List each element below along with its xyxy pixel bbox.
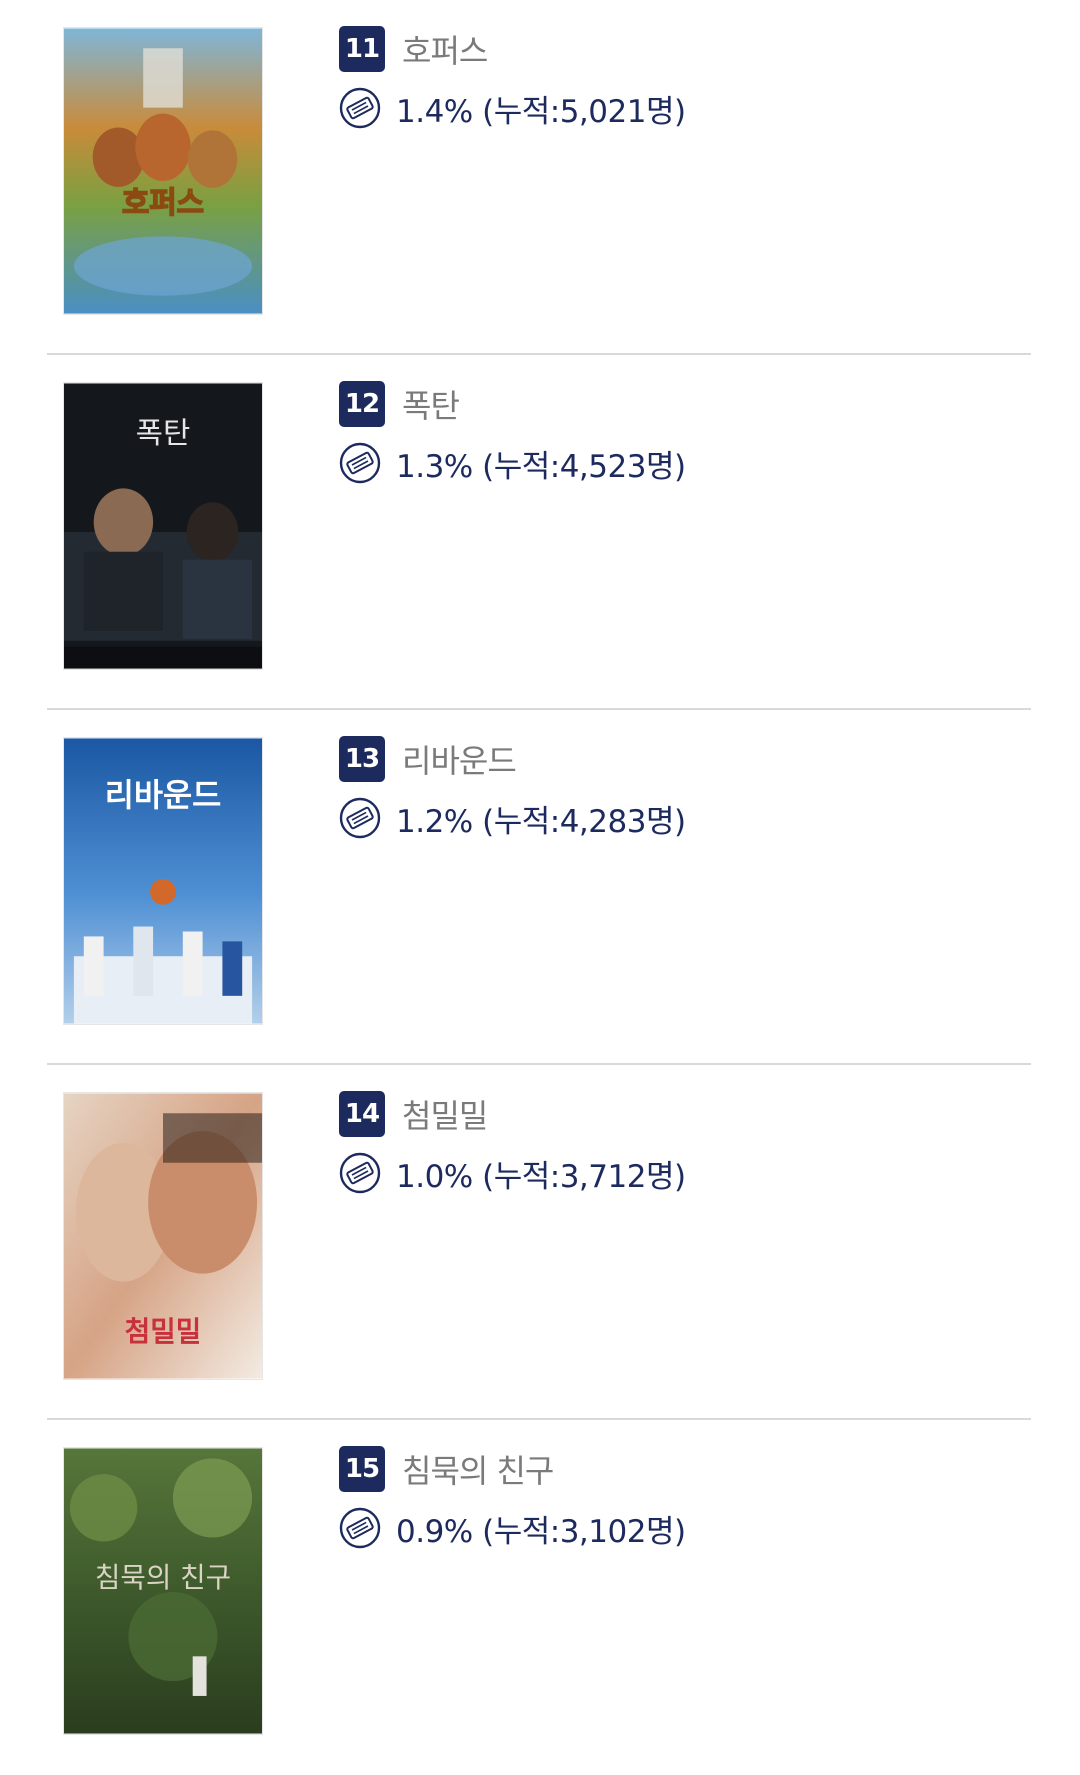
- title-row: 15 침묵의 친구: [339, 1446, 686, 1492]
- audience-share-row: 1.3% (누적:4,523명): [339, 441, 686, 485]
- share-value: 1.3% (누적:4,523명): [396, 441, 686, 486]
- share-value: 1.2% (누적:4,283명): [396, 796, 686, 841]
- movie-info: 15 침묵의 친구 0.9% (누적:3,102명): [339, 1446, 686, 1550]
- share-value: 1.4% (누적:5,021명): [396, 86, 686, 131]
- list-item[interactable]: 호퍼스 11 호퍼스 1.4% (누적:5,021명): [47, 0, 1031, 355]
- movie-title[interactable]: 폭탄: [402, 381, 460, 427]
- poster-title-text: 첨밀밀: [125, 1315, 202, 1348]
- cumulative-audience: (누적:3,712명): [482, 1158, 686, 1195]
- share-percent: 1.2%: [396, 803, 473, 840]
- audience-share-row: 1.4% (누적:5,021명): [339, 86, 686, 130]
- title-row: 12 폭탄: [339, 381, 686, 427]
- movie-poster[interactable]: 호퍼스: [63, 27, 263, 315]
- ticket-icon: [339, 442, 381, 484]
- poster-image-comrades: 첨밀밀: [64, 1093, 262, 1379]
- poster-title-text: 호퍼스: [122, 186, 204, 221]
- cumulative-audience: (누적:3,102명): [482, 1513, 686, 1550]
- ticket-icon: [339, 1507, 381, 1549]
- movie-title[interactable]: 침묵의 친구: [402, 1446, 554, 1492]
- poster-title-text: 리바운드: [105, 778, 222, 814]
- share-value: 0.9% (누적:3,102명): [396, 1506, 686, 1551]
- movie-poster[interactable]: 첨밀밀: [63, 1092, 263, 1380]
- movie-info: 11 호퍼스 1.4% (누적:5,021명): [339, 26, 686, 130]
- poster-image-hoppers: 호퍼스: [64, 28, 262, 314]
- rank-badge: 13: [339, 736, 385, 782]
- movie-info: 12 폭탄 1.3% (누적:4,523명): [339, 381, 686, 485]
- poster-title-text: 폭탄: [136, 416, 191, 451]
- list-item[interactable]: 리바운드 13 리바운드 1.2% (누적:4,283명): [47, 710, 1031, 1065]
- list-item[interactable]: 침묵의 친구 15 침묵의 친구 0.9% (누적:3,102명): [47, 1420, 1031, 1775]
- share-percent: 1.4%: [396, 93, 473, 130]
- share-value: 1.0% (누적:3,712명): [396, 1151, 686, 1196]
- ticket-icon: [339, 797, 381, 839]
- poster-title-text: 침묵의 친구: [95, 1561, 231, 1594]
- title-row: 11 호퍼스: [339, 26, 686, 72]
- movie-info: 13 리바운드 1.2% (누적:4,283명): [339, 736, 686, 840]
- movie-title[interactable]: 첨밀밀: [402, 1091, 488, 1137]
- cumulative-audience: (누적:4,283명): [482, 803, 686, 840]
- poster-image-silent-friend: 침묵의 친구: [64, 1448, 262, 1734]
- poster-image-rebound: 리바운드: [64, 738, 262, 1024]
- movie-info: 14 첨밀밀 1.0% (누적:3,712명): [339, 1091, 686, 1195]
- list-item[interactable]: 첨밀밀 14 첨밀밀 1.0% (누적:3,712명): [47, 1065, 1031, 1420]
- rank-badge: 15: [339, 1446, 385, 1492]
- title-row: 14 첨밀밀: [339, 1091, 686, 1137]
- movie-title[interactable]: 리바운드: [402, 736, 517, 782]
- share-percent: 1.0%: [396, 1158, 473, 1195]
- share-percent: 1.3%: [396, 448, 473, 485]
- poster-image-bomb: 폭탄: [64, 383, 262, 669]
- rank-badge: 14: [339, 1091, 385, 1137]
- movie-poster[interactable]: 리바운드: [63, 737, 263, 1025]
- cumulative-audience: (누적:4,523명): [482, 448, 686, 485]
- rank-badge: 11: [339, 26, 385, 72]
- rank-badge: 12: [339, 381, 385, 427]
- list-item[interactable]: 폭탄 12 폭탄 1.3% (누적:4,523명): [47, 355, 1031, 710]
- audience-share-row: 1.2% (누적:4,283명): [339, 796, 686, 840]
- movie-poster[interactable]: 침묵의 친구: [63, 1447, 263, 1735]
- ticket-icon: [339, 1152, 381, 1194]
- audience-share-row: 0.9% (누적:3,102명): [339, 1506, 686, 1550]
- audience-share-row: 1.0% (누적:3,712명): [339, 1151, 686, 1195]
- cumulative-audience: (누적:5,021명): [482, 93, 686, 130]
- movie-title[interactable]: 호퍼스: [402, 26, 488, 72]
- movie-poster[interactable]: 폭탄: [63, 382, 263, 670]
- share-percent: 0.9%: [396, 1513, 473, 1550]
- box-office-list: 호퍼스 11 호퍼스 1.4% (누적:5,021명) 폭탄 12 폭탄 1.3…: [47, 0, 1031, 1775]
- title-row: 13 리바운드: [339, 736, 686, 782]
- ticket-icon: [339, 87, 381, 129]
